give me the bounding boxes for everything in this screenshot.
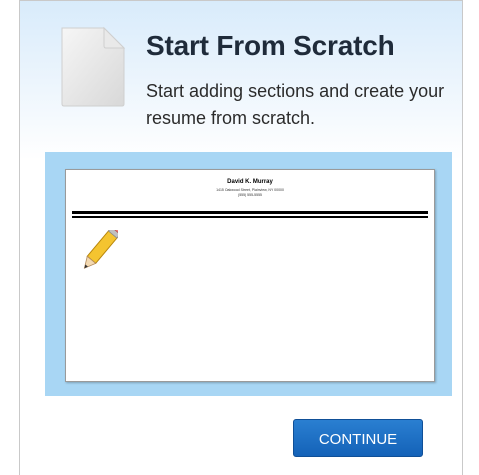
card-title: Start From Scratch (146, 30, 395, 61)
header-divider-thin (72, 216, 428, 218)
card-description: Start adding sections and create your re… (146, 81, 445, 128)
card-border (20, 0, 462, 1)
resume-preview-paper: David K. Murray 1415 Oakwood Street, Pla… (65, 169, 435, 382)
continue-button[interactable]: CONTINUE (293, 419, 423, 457)
resume-name: David K. Murray (227, 179, 273, 185)
resume-phone: (555) 555-5555 (238, 193, 262, 197)
resume-preview-frame: David K. Murray 1415 Oakwood Street, Pla… (45, 152, 452, 396)
resume-address: 1415 Oakwood Street, Plainview, NY 00000 (216, 188, 284, 192)
blank-document-icon (61, 26, 126, 107)
start-from-scratch-card[interactable]: Start From Scratch Start adding sections… (19, 0, 463, 475)
header-divider (72, 211, 428, 214)
pencil-icon (83, 230, 118, 269)
